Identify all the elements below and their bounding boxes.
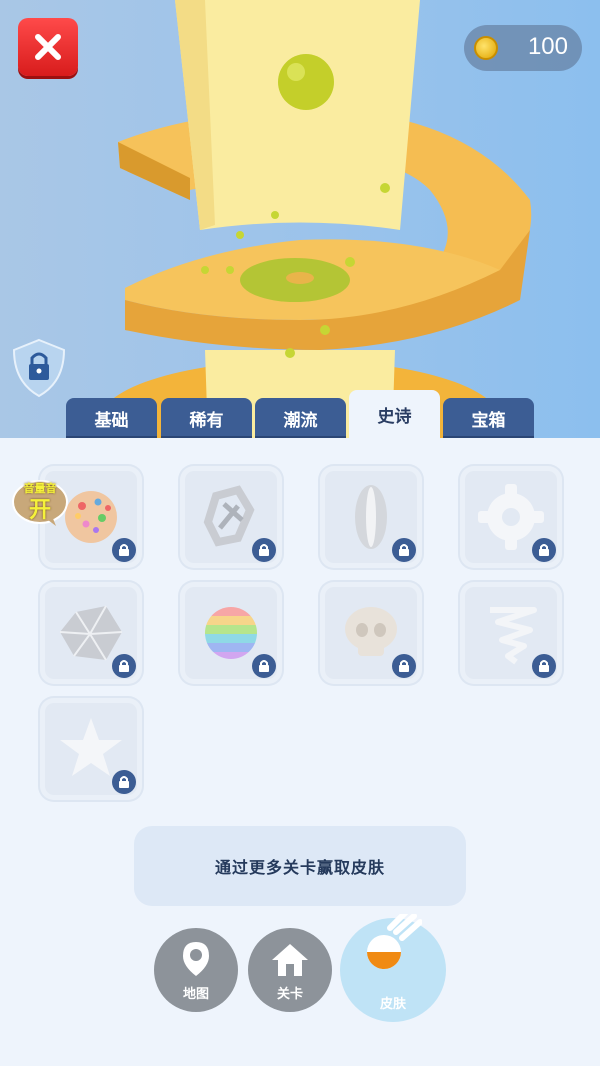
lock-icon (532, 654, 556, 678)
skin-item[interactable] (460, 466, 562, 568)
nav-skins-button[interactable]: 皮肤 (340, 914, 446, 1022)
coin-value: 100 (527, 33, 568, 60)
home-icon (272, 944, 308, 976)
nav-map-button[interactable]: 地图 (154, 928, 238, 1012)
skin-item[interactable] (180, 466, 282, 568)
skin-item[interactable] (40, 698, 142, 800)
close-icon (35, 34, 61, 60)
tab-chest[interactable]: 宝箱 (443, 398, 534, 438)
lock-icon (112, 538, 136, 562)
nav-levels-label: 关卡 (276, 987, 303, 1002)
sound-toggle-badge[interactable]: 音量音 开 (12, 478, 68, 526)
map-pin-icon (183, 942, 209, 976)
category-tabs: 基础 稀有 潮流 史诗 宝箱 (66, 390, 536, 438)
coin-counter: 100 (464, 25, 582, 71)
unlock-hint: 通过更多关卡赢取皮肤 (134, 826, 466, 906)
skin-item[interactable] (40, 582, 142, 684)
skin-item[interactable] (320, 466, 422, 568)
lock-icon (252, 538, 276, 562)
skin-item[interactable] (180, 582, 282, 684)
skin-ball-icon (367, 914, 422, 969)
tab-rare[interactable]: 稀有 (161, 398, 252, 438)
shield-lock-icon[interactable] (10, 338, 68, 398)
nav-levels-button[interactable]: 关卡 (248, 928, 332, 1012)
nav-map-label: 地图 (182, 987, 209, 1002)
lock-icon (112, 770, 136, 794)
lock-icon (112, 654, 136, 678)
sound-badge-main: 开 (28, 498, 51, 523)
lock-icon (392, 538, 416, 562)
skin-item[interactable] (320, 582, 422, 684)
nav-skins-label: 皮肤 (379, 997, 406, 1012)
tab-basic[interactable]: 基础 (66, 398, 157, 438)
coin-icon (474, 36, 498, 60)
close-button[interactable] (18, 18, 78, 76)
skin-item[interactable] (460, 582, 562, 684)
tab-epic[interactable]: 史诗 (349, 390, 440, 438)
lock-icon (392, 654, 416, 678)
tab-trend[interactable]: 潮流 (255, 398, 346, 438)
game-scene: 100 基础 稀有 潮流 史诗 宝箱 (0, 0, 600, 440)
lock-icon (532, 538, 556, 562)
lock-icon (252, 654, 276, 678)
